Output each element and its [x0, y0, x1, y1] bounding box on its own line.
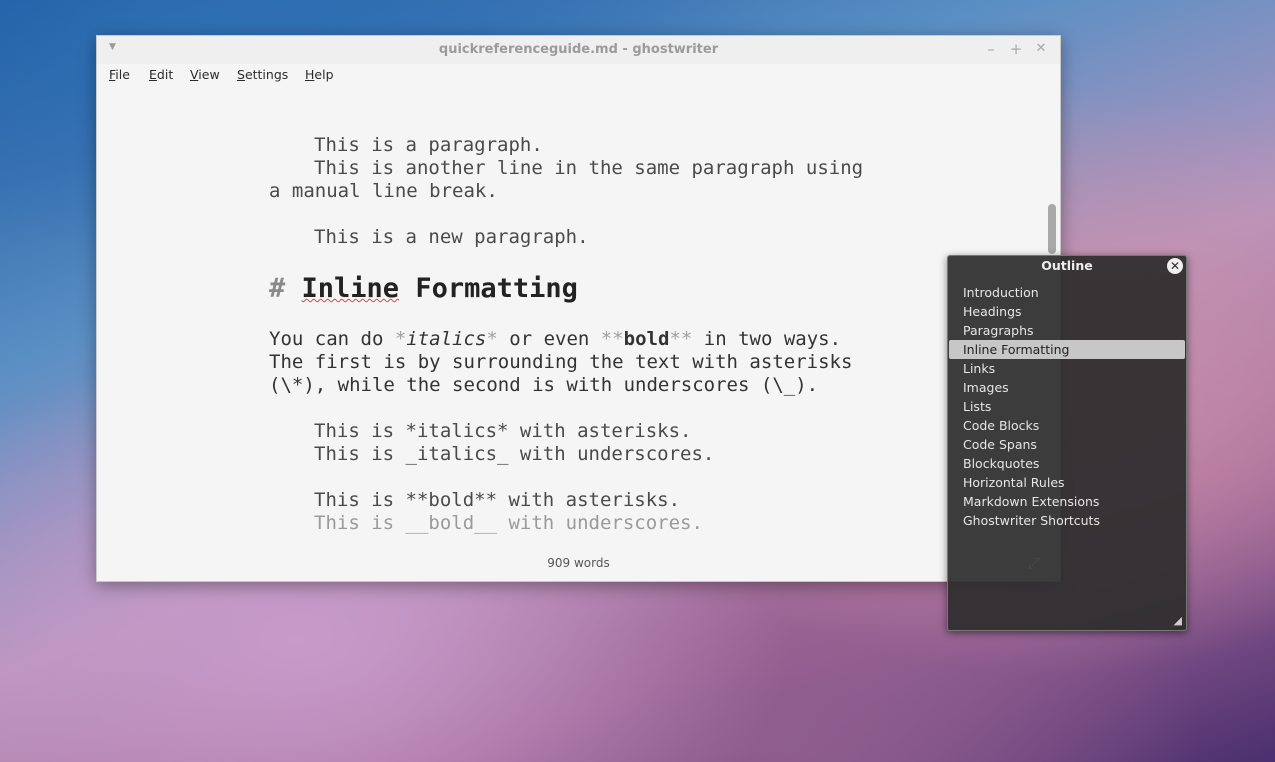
title-bar[interactable]: ▼ quickreferenceguide.md - ghostwriter –…: [97, 36, 1060, 64]
outline-list: Introduction Headings Paragraphs Inline For…: [949, 283, 1185, 530]
close-icon[interactable]: ✕: [1167, 258, 1183, 274]
outline-item[interactable]: Code Blocks: [949, 416, 1185, 435]
outline-item[interactable]: Lists: [949, 397, 1185, 416]
code-line: This is __bold__ with underscores.: [314, 512, 703, 534]
outline-item[interactable]: Markdown Extensions: [949, 492, 1185, 511]
text-line: (\*), while the second is with underscor…: [269, 374, 819, 396]
menu-file[interactable]: File: [109, 67, 130, 82]
outline-item[interactable]: Introduction: [949, 283, 1185, 302]
code-line: This is *italics* with asterisks.: [314, 420, 692, 442]
menu-help[interactable]: Help: [305, 67, 334, 82]
outline-title: Outline: [1041, 258, 1093, 273]
outline-item[interactable]: Links: [949, 359, 1185, 378]
outline-item[interactable]: Inline Formatting: [949, 340, 1185, 359]
menu-bar: File Edit View Settings Help: [97, 64, 1060, 86]
text-line: This is a new paragraph.: [314, 226, 589, 248]
outline-panel: Outline ✕ Introduction Headings Paragraphs…: [947, 255, 1187, 631]
heading-line: # Inline Formatting: [269, 273, 578, 304]
misspelled-word: Inline: [301, 273, 400, 304]
italic-text: italics: [406, 328, 487, 350]
outline-item[interactable]: Horizontal Rules: [949, 473, 1185, 492]
code-line: This is **bold** with asterisks.: [314, 489, 681, 511]
bold-text: bold: [623, 328, 670, 350]
outline-item[interactable]: Blockquotes: [949, 454, 1185, 473]
minimize-button[interactable]: –: [984, 40, 998, 58]
word-count: 909 words: [547, 556, 610, 570]
maximize-button[interactable]: +: [1009, 40, 1023, 58]
fullscreen-icon[interactable]: ⤢: [1028, 554, 1040, 572]
focus-button[interactable]: Focus: [973, 555, 1009, 570]
resize-grip-icon[interactable]: ◢: [1174, 614, 1182, 627]
outline-item[interactable]: Images: [949, 378, 1185, 397]
heading-text: Formatting: [399, 273, 578, 304]
editor-window: ▼ quickreferenceguide.md - ghostwriter –…: [96, 35, 1061, 582]
close-button[interactable]: ✕: [1034, 41, 1048, 56]
window-title: quickreferenceguide.md - ghostwriter: [438, 42, 719, 57]
code-line: This is _italics_ with underscores.: [314, 443, 715, 465]
text-line: This is a paragraph.: [314, 134, 543, 156]
outline-item[interactable]: Paragraphs: [949, 321, 1185, 340]
outline-item[interactable]: Headings: [949, 302, 1185, 321]
menu-view[interactable]: View: [190, 67, 220, 82]
heading-marker: #: [269, 273, 286, 304]
menu-edit[interactable]: Edit: [149, 67, 173, 82]
text-line: a manual line break.: [269, 180, 498, 202]
markdown-editor[interactable]: This is a paragraph. This is another lin…: [97, 86, 1060, 581]
outline-item[interactable]: Ghostwriter Shortcuts: [949, 511, 1185, 530]
menu-settings[interactable]: Settings: [237, 67, 288, 82]
text-line: You can do *italics* or even **bold** in…: [269, 328, 842, 350]
vertical-scrollbar[interactable]: [1048, 204, 1056, 254]
text-line: The first is by surrounding the text wit…: [269, 351, 853, 373]
text-line: This is another line in the same paragra…: [314, 157, 864, 179]
outline-item[interactable]: Code Spans: [949, 435, 1185, 454]
